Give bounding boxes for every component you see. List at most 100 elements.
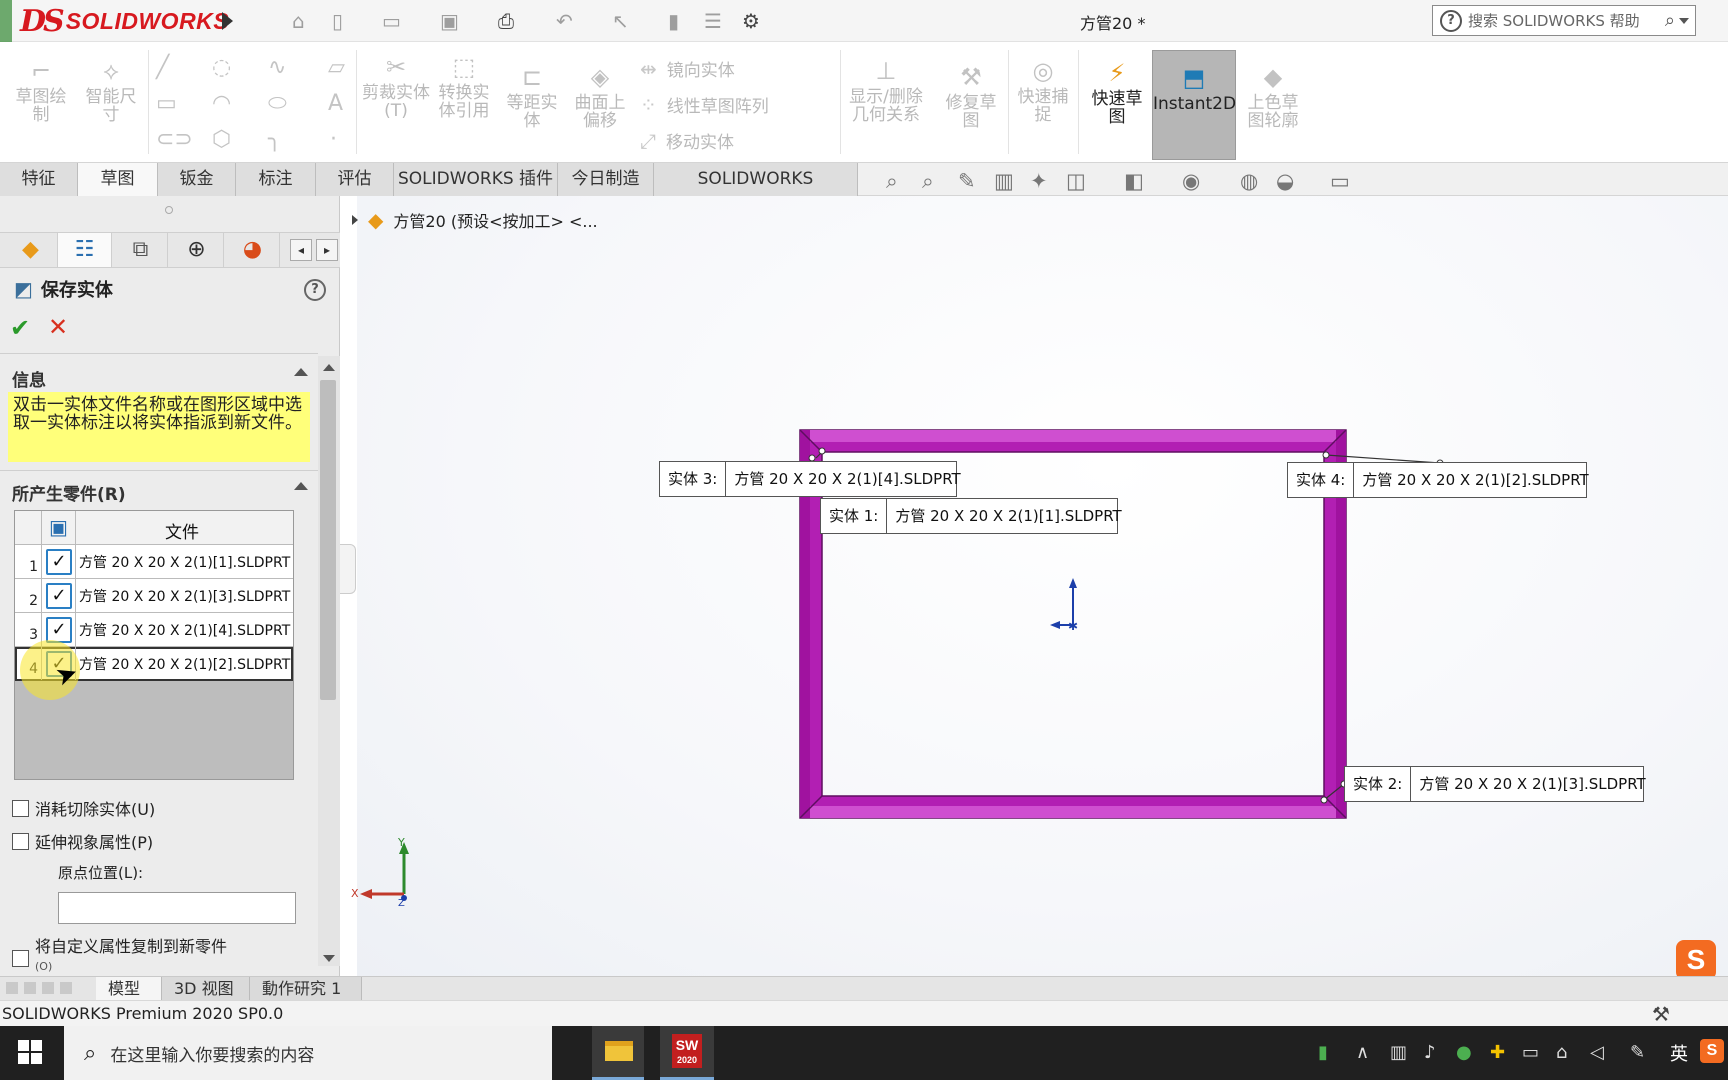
scroll-down-arrow-icon[interactable]: [323, 955, 335, 962]
solidworks-app-icon: SW 2020: [672, 1034, 702, 1068]
collapse-chevron-icon[interactable]: [294, 368, 308, 376]
copy-custom-properties-shortcut: (O): [35, 960, 53, 973]
row-file-name[interactable]: 方管 20 X 20 X 2(1)[4].SLDPRT: [79, 620, 290, 640]
resulting-parts-group-header[interactable]: 所产生零件(R): [12, 480, 308, 505]
triad-x-arrowhead: [360, 889, 372, 899]
body-callout-label: 实体 4:: [1288, 463, 1355, 497]
wechat-tray-icon[interactable]: ●: [1456, 1042, 1472, 1064]
bottom-tab-bar: 模型 3D 视图 動作研究 1: [0, 976, 1728, 1000]
body-callout-label: 实体 3:: [660, 462, 727, 496]
panel-splitter-handle[interactable]: [340, 544, 356, 594]
feature-manager-tab-icon[interactable]: ◆: [4, 233, 58, 267]
triad-y-label: Y: [398, 836, 405, 849]
rebuild-status-icon[interactable]: ⚒: [1652, 1002, 1670, 1026]
table-row[interactable]: 1 ✓ 方管 20 X 20 X 2(1)[1].SLDPRT: [15, 545, 293, 579]
row-file-name[interactable]: 方管 20 X 20 X 2(1)[3].SLDPRT: [79, 586, 290, 606]
tube-bottom-highlight: [800, 806, 1346, 818]
triad-z-label: Z: [398, 898, 405, 909]
body-callout-file[interactable]: 方管 20 X 20 X 2(1)[4].SLDPRT: [726, 462, 960, 496]
collapse-chevron-icon[interactable]: [294, 482, 308, 490]
property-manager-tab-icon[interactable]: ☷: [58, 233, 112, 267]
solidworks-app-year: 2020: [676, 1055, 698, 1065]
ok-checkmark-icon[interactable]: ✔: [10, 314, 30, 342]
power-tray-icon[interactable]: ▭: [1522, 1042, 1539, 1064]
origin-location-input[interactable]: [58, 892, 296, 924]
row-checkbox[interactable]: ✓: [46, 549, 72, 575]
row-file-name[interactable]: 方管 20 X 20 X 2(1)[1].SLDPRT: [79, 552, 290, 572]
next-tab-nav-icon[interactable]: [42, 982, 54, 994]
cancel-x-icon[interactable]: ✕: [48, 313, 68, 341]
body-callout-file[interactable]: 方管 20 X 20 X 2(1)[1].SLDPRT: [887, 499, 1121, 533]
panel-grip-icon[interactable]: [165, 206, 173, 214]
configuration-manager-tab-icon[interactable]: ⧉: [114, 233, 168, 267]
copy-custom-properties-checkbox[interactable]: [12, 950, 29, 967]
volume-tray-icon[interactable]: ◁: [1590, 1042, 1604, 1064]
tab-3d-views[interactable]: 3D 视图: [162, 977, 250, 1000]
sogou-ime-floating-icon[interactable]: S: [1676, 940, 1716, 980]
plus-tray-icon[interactable]: ✚: [1490, 1042, 1505, 1064]
resulting-parts-label: 所产生零件(R): [12, 485, 126, 505]
last-tab-nav-icon[interactable]: [60, 982, 72, 994]
body-callout-3[interactable]: 实体 3: 方管 20 X 20 X 2(1)[4].SLDPRT: [659, 461, 961, 497]
manager-tabs: ◆ ☷ ⧉ ⊕ ◕ ◂ ▸: [0, 232, 340, 268]
body-callout-4[interactable]: 实体 4: 方管 20 X 20 X 2(1)[2].SLDPRT: [1287, 462, 1589, 498]
solidworks-app-badge: SW: [675, 1037, 699, 1053]
row-number: 3: [15, 613, 42, 646]
file-explorer-taskbar-button[interactable]: [592, 1026, 644, 1080]
info-group-header[interactable]: 信息: [12, 366, 308, 391]
help-icon[interactable]: ?: [304, 279, 326, 301]
body-callout-file[interactable]: 方管 20 X 20 X 2(1)[2].SLDPRT: [1354, 463, 1588, 497]
windows-start-icon[interactable]: [18, 1040, 42, 1064]
network-tray-icon[interactable]: ⌂: [1556, 1042, 1567, 1064]
consume-cut-bodies-checkbox[interactable]: [12, 799, 29, 817]
info-message: 双击一实体文件名称或在图形区域中选取一实体标注以将实体指派到新文件。: [8, 392, 310, 462]
input-language-indicator[interactable]: 英: [1670, 1040, 1688, 1066]
body-callout-file[interactable]: 方管 20 X 20 X 2(1)[3].SLDPRT: [1411, 767, 1645, 801]
row-number: 2: [15, 579, 42, 612]
panel-divider: [0, 470, 318, 471]
dimxpert-tab-icon[interactable]: ⊕: [170, 233, 224, 267]
body-callout-label: 实体 1:: [821, 499, 888, 533]
display-manager-tab-icon[interactable]: ◕: [226, 233, 280, 267]
file-column-header: 文件: [165, 523, 199, 543]
film-tray-icon[interactable]: ▥: [1390, 1042, 1407, 1064]
row-file-name[interactable]: 方管 20 X 20 X 2(1)[2].SLDPRT: [79, 654, 290, 674]
copy-custom-properties-option[interactable]: 将自定义属性复制到新零件 (O): [12, 938, 227, 976]
solidworks-taskbar-button[interactable]: SW 2020: [660, 1026, 714, 1080]
panel-scrollbar-thumb[interactable]: [320, 380, 336, 700]
tab-scroll-left-icon[interactable]: ◂: [290, 239, 312, 261]
row-number: 1: [15, 545, 42, 578]
origin-star-icon: ✱: [1068, 619, 1078, 633]
copy-custom-properties-text: 将自定义属性复制到新零件 (O): [35, 938, 227, 976]
battery-tray-icon[interactable]: ▮: [1318, 1042, 1328, 1064]
first-tab-nav-icon[interactable]: [6, 982, 18, 994]
save-column-header[interactable]: ▣: [42, 511, 76, 544]
tube-top-highlight: [800, 430, 1346, 442]
row-checkbox[interactable]: ✓: [46, 583, 72, 609]
table-row[interactable]: 2 ✓ 方管 20 X 20 X 2(1)[3].SLDPRT: [15, 579, 293, 613]
tab-model[interactable]: 模型: [96, 977, 162, 1000]
prev-tab-nav-icon[interactable]: [24, 982, 36, 994]
panel-divider: [0, 353, 318, 354]
body-callout-1[interactable]: 实体 1: 方管 20 X 20 X 2(1)[1].SLDPRT: [820, 498, 1122, 534]
origin-x-arrowhead: [1050, 621, 1060, 629]
show-hidden-icons-chevron-icon[interactable]: ∧: [1356, 1042, 1369, 1064]
property-manager-title: ◩ 保存实体: [14, 276, 113, 302]
consume-cut-bodies-option[interactable]: 消耗切除实体(U): [12, 796, 155, 820]
pen-tray-icon[interactable]: ✎: [1630, 1042, 1645, 1064]
sogou-tray-icon[interactable]: S: [1700, 1039, 1724, 1063]
search-icon: ⌕: [84, 1040, 97, 1066]
tab-motion-study[interactable]: 動作研究 1: [250, 977, 362, 1000]
scroll-up-arrow-icon[interactable]: [323, 364, 335, 371]
row-number-header: [15, 511, 42, 544]
taskbar-search-box[interactable]: ⌕ 在这里输入你要搜索的内容: [64, 1026, 552, 1080]
propagate-visual-properties-checkbox[interactable]: [12, 832, 29, 850]
windows-taskbar: ⌕ 在这里输入你要搜索的内容 SW 2020 ▮ ∧ ▥ ♪ ● ✚ ▭ ⌂ ◁…: [0, 1026, 1728, 1080]
propagate-visual-properties-option[interactable]: 延伸视象属性(P): [12, 829, 153, 853]
copy-custom-properties-label: 将自定义属性复制到新零件: [35, 937, 228, 956]
taskbar-search-placeholder: 在这里输入你要搜索的内容: [110, 1045, 315, 1066]
body-callout-2[interactable]: 实体 2: 方管 20 X 20 X 2(1)[3].SLDPRT: [1344, 766, 1646, 802]
tab-scroll-right-icon[interactable]: ▸: [316, 239, 338, 261]
microphone-tray-icon[interactable]: ♪: [1424, 1042, 1436, 1064]
propagate-visual-properties-label: 延伸视象属性(P): [35, 833, 154, 852]
